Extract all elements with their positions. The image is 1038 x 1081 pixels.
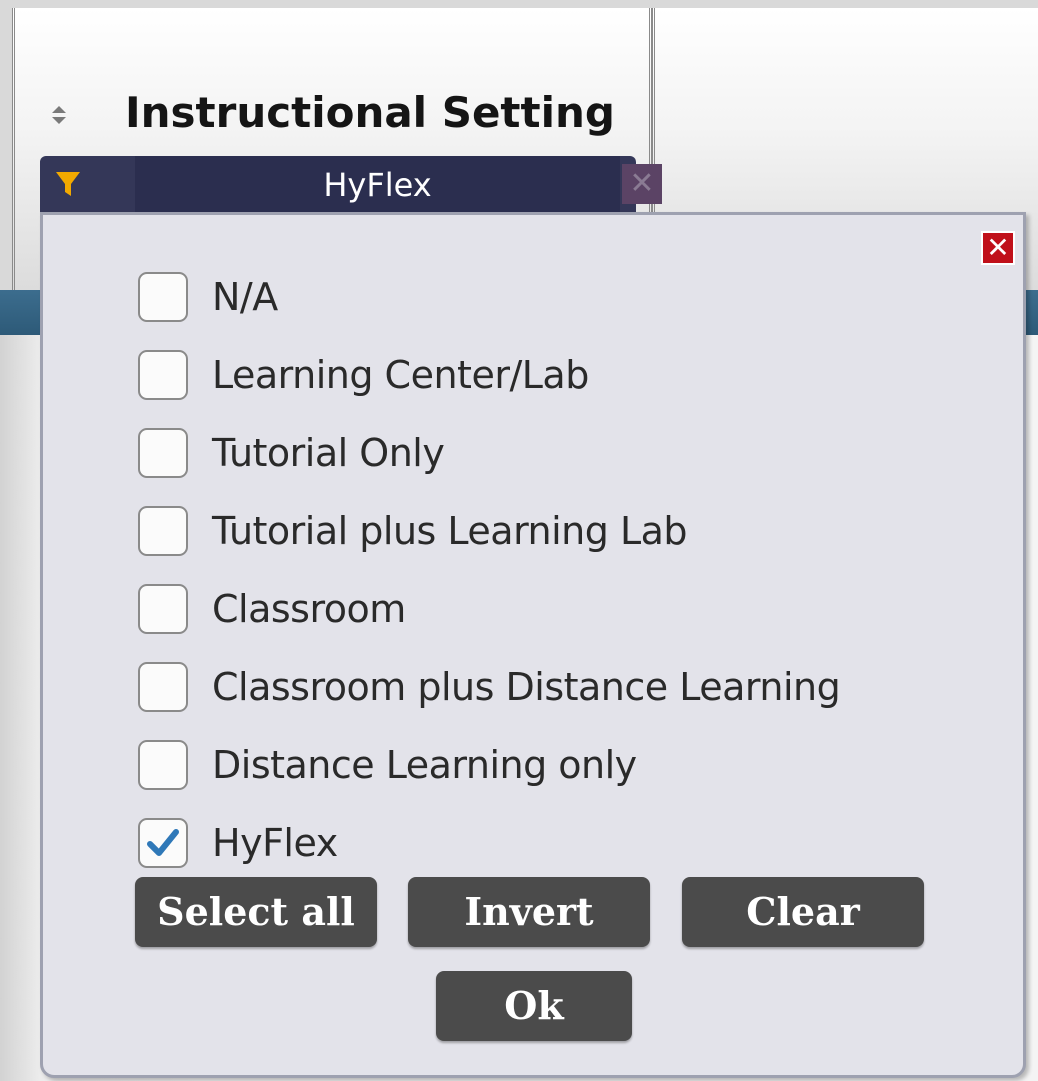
checkmark-icon — [147, 829, 179, 856]
checkbox[interactable] — [138, 662, 188, 712]
option-na[interactable]: N/A — [138, 267, 278, 327]
option-label: Tutorial plus Learning Lab — [212, 509, 688, 553]
sort-arrows-icon[interactable] — [48, 100, 70, 130]
checkbox[interactable] — [138, 428, 188, 478]
option-tutorial-plus-learning-lab[interactable]: Tutorial plus Learning Lab — [138, 501, 688, 561]
option-classroom[interactable]: Classroom — [138, 579, 406, 639]
checkbox[interactable] — [138, 740, 188, 790]
filter-value[interactable]: HyFlex — [135, 156, 620, 212]
option-label: Learning Center/Lab — [212, 353, 589, 397]
select-all-button[interactable]: Select all — [135, 877, 377, 947]
filter-popup: ✕ N/A Learning Center/Lab Tutorial Only … — [40, 212, 1026, 1078]
option-learning-center-lab[interactable]: Learning Center/Lab — [138, 345, 589, 405]
ok-button[interactable]: Ok — [436, 971, 632, 1041]
option-label: HyFlex — [212, 821, 338, 865]
checkbox[interactable] — [138, 584, 188, 634]
option-label: Classroom — [212, 587, 406, 631]
option-hyflex[interactable]: HyFlex — [138, 813, 338, 873]
invert-button[interactable]: Invert — [408, 877, 650, 947]
option-label: Distance Learning only — [212, 743, 637, 787]
filter-clear-x-icon[interactable]: ✕ — [622, 164, 662, 204]
checkbox-checked[interactable] — [138, 818, 188, 868]
option-label: N/A — [212, 275, 278, 319]
option-label: Tutorial Only — [212, 431, 445, 475]
checkbox[interactable] — [138, 272, 188, 322]
checkbox[interactable] — [138, 350, 188, 400]
clear-button[interactable]: Clear — [682, 877, 924, 947]
option-label: Classroom plus Distance Learning — [212, 665, 841, 709]
option-classroom-plus-distance-learning[interactable]: Classroom plus Distance Learning — [138, 657, 841, 717]
option-tutorial-only[interactable]: Tutorial Only — [138, 423, 445, 483]
checkbox[interactable] — [138, 506, 188, 556]
funnel-icon[interactable] — [40, 156, 96, 212]
close-icon[interactable]: ✕ — [981, 231, 1015, 265]
option-distance-learning-only[interactable]: Distance Learning only — [138, 735, 637, 795]
filter-bar: HyFlex ✕ — [40, 156, 662, 212]
column-title[interactable]: Instructional Setting — [125, 88, 615, 137]
